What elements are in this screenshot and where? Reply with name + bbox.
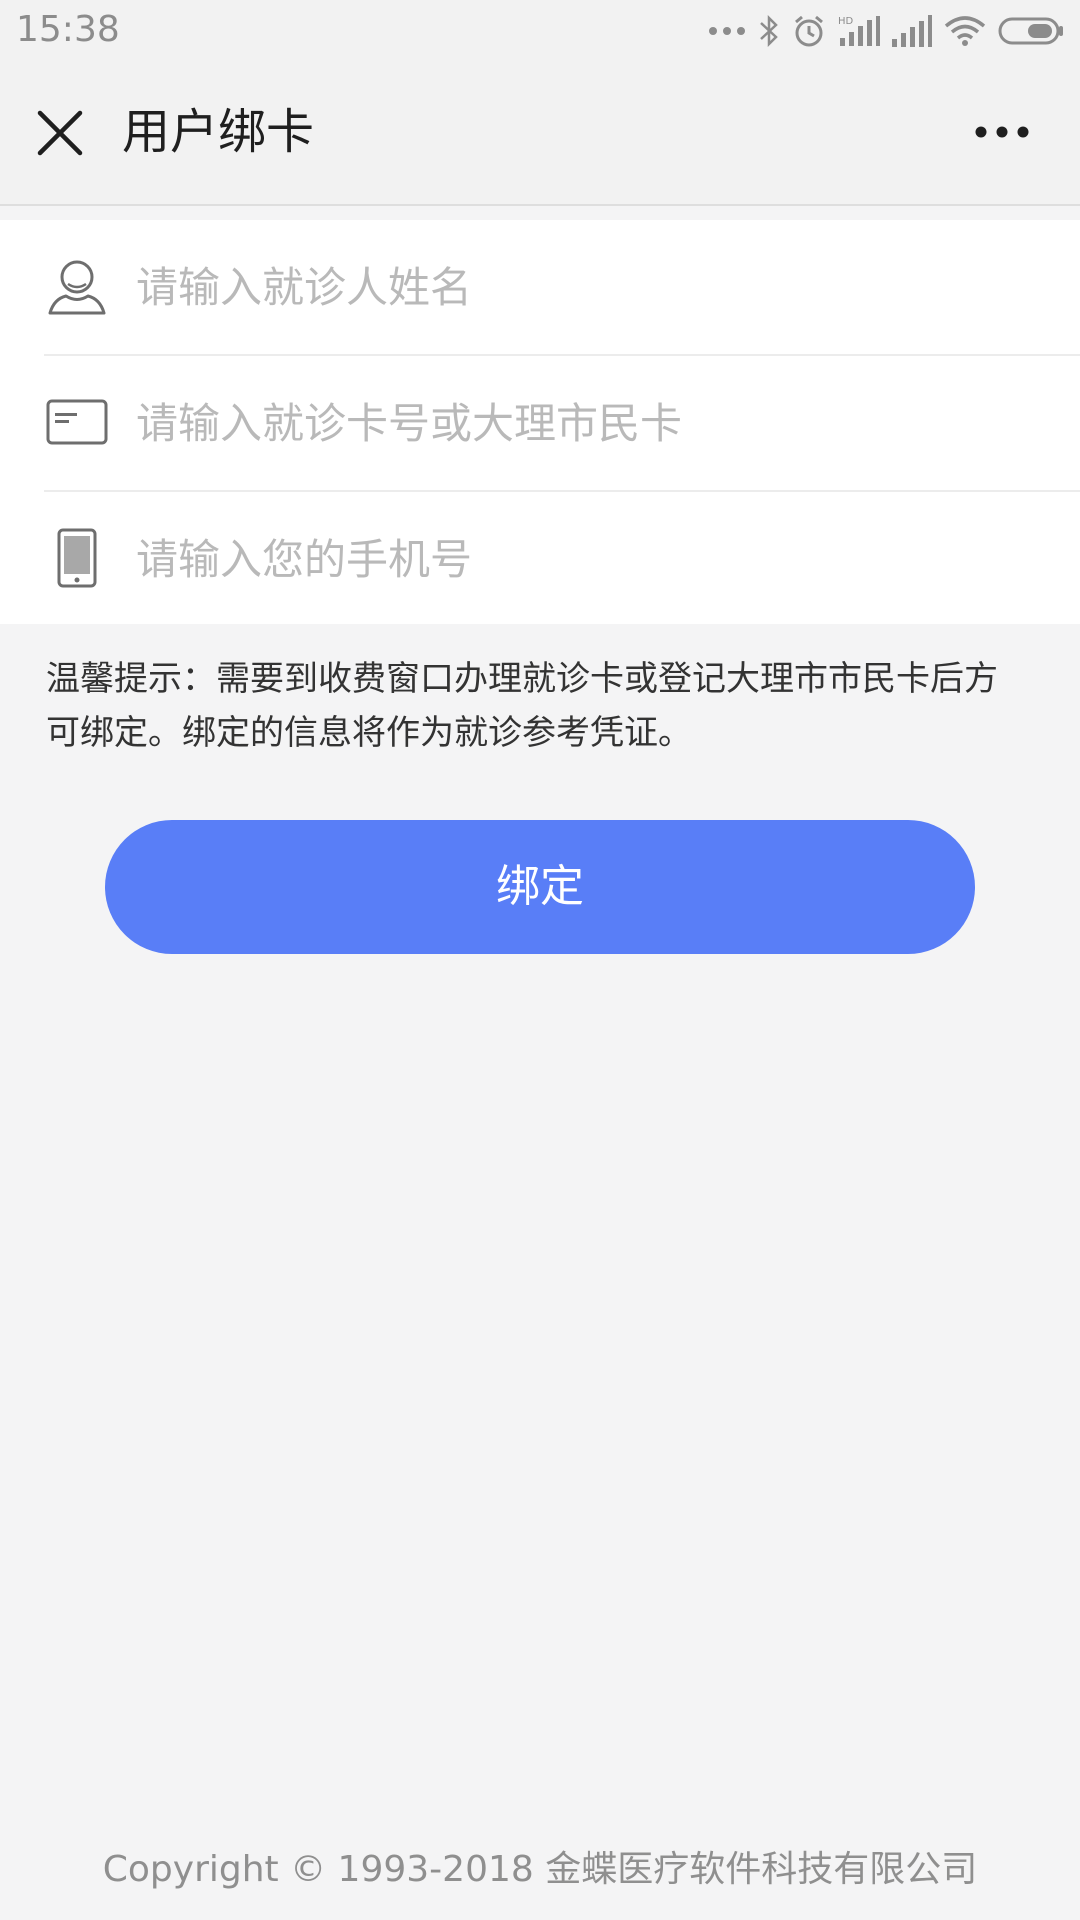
nav-bar: 用户绑卡 xyxy=(0,62,1080,206)
card-icon xyxy=(46,399,108,445)
svg-text:HD: HD xyxy=(838,16,854,27)
more-dots-icon xyxy=(709,27,745,35)
patient-name-input[interactable] xyxy=(136,250,1036,324)
alarm-icon xyxy=(795,15,823,47)
phone-input[interactable] xyxy=(136,522,1036,596)
status-icons: HD xyxy=(708,10,1064,52)
page-title: 用户绑卡 xyxy=(122,104,315,160)
more-icon[interactable] xyxy=(974,124,1030,140)
status-time: 15:38 xyxy=(16,9,120,50)
tip-text: 温馨提示：需要到收费窗口办理就诊卡或登记大理市市民卡后方可绑定。绑定的信息将作为… xyxy=(46,659,998,753)
card-number-input[interactable] xyxy=(136,386,1036,460)
bind-card-page: 15:38 HD 用户绑卡 请输入就诊人姓名 请输入就诊卡号或大理市民卡 请输入… xyxy=(0,0,1080,1920)
copyright-text: Copyright © 1993-2018 金蝶医疗软件科技有限公司 xyxy=(102,1849,978,1890)
signal-icon xyxy=(892,15,932,47)
phone-row xyxy=(0,492,1080,626)
bind-button[interactable]: 绑定 xyxy=(105,820,975,954)
bind-form xyxy=(0,220,1080,624)
hd-signal-icon: HD xyxy=(838,16,880,46)
status-bar: 15:38 HD xyxy=(0,0,1080,62)
wifi-icon xyxy=(944,16,986,46)
close-icon[interactable] xyxy=(34,107,86,159)
name-row xyxy=(0,220,1080,354)
user-icon xyxy=(48,260,106,315)
battery-icon xyxy=(998,17,1063,45)
phone-icon xyxy=(57,528,97,588)
bluetooth-icon xyxy=(760,14,778,48)
card-row xyxy=(0,356,1080,490)
